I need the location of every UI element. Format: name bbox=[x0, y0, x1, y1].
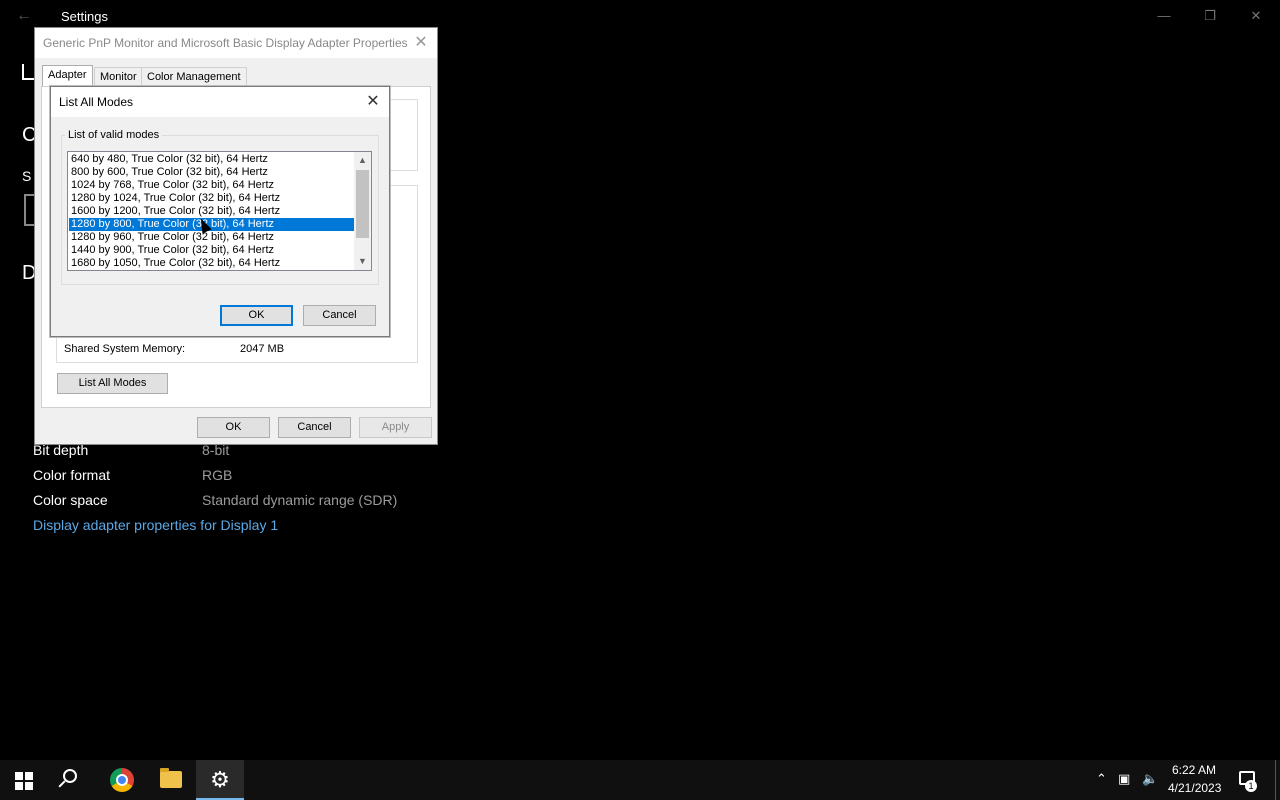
scroll-up-arrow-icon[interactable]: ▲ bbox=[354, 152, 371, 169]
modes-ok-button[interactable]: OK bbox=[220, 305, 293, 326]
settings-taskbar-button[interactable]: ⚙ bbox=[196, 760, 244, 800]
modes-scrollbar[interactable]: ▲ ▼ bbox=[354, 152, 371, 270]
clock-date[interactable]: 4/21/2023 bbox=[1168, 781, 1230, 795]
ok-button[interactable]: OK bbox=[197, 417, 270, 438]
color-space-value: Standard dynamic range (SDR) bbox=[202, 492, 398, 508]
minimize-icon[interactable]: — bbox=[1141, 4, 1187, 28]
show-desktop-button[interactable] bbox=[1275, 760, 1276, 800]
back-arrow-icon[interactable]: ← bbox=[12, 6, 36, 26]
chevron-up-icon[interactable]: ⌃ bbox=[1096, 771, 1107, 787]
properties-titlebar: Generic PnP Monitor and Microsoft Basic … bbox=[35, 28, 437, 58]
properties-title: Generic PnP Monitor and Microsoft Basic … bbox=[43, 36, 408, 50]
list-item[interactable]: 800 by 600, True Color (32 bit), 64 Hert… bbox=[69, 166, 354, 179]
cancel-button[interactable]: Cancel bbox=[278, 417, 351, 438]
search-button[interactable] bbox=[49, 760, 97, 800]
volume-icon[interactable]: 🔈 bbox=[1142, 771, 1158, 787]
network-icon[interactable]: ▣ bbox=[1118, 771, 1130, 787]
list-item[interactable]: 1280 by 1024, True Color (32 bit), 64 He… bbox=[69, 192, 354, 205]
tab-color-management[interactable]: Color Management bbox=[141, 67, 247, 87]
gear-icon: ⚙ bbox=[210, 767, 230, 792]
shared-memory-label: Shared System Memory: bbox=[64, 343, 186, 355]
color-space-label: Color space bbox=[33, 492, 108, 508]
apply-button: Apply bbox=[359, 417, 432, 438]
search-icon bbox=[63, 769, 77, 783]
notification-badge: 1 bbox=[1245, 780, 1257, 792]
list-item[interactable]: 1280 by 960, True Color (32 bit), 64 Her… bbox=[69, 231, 354, 244]
folder-icon bbox=[160, 768, 182, 788]
list-item[interactable]: 1600 by 1200, True Color (32 bit), 64 He… bbox=[69, 205, 354, 218]
settings-label-fragment: S bbox=[22, 168, 32, 184]
modes-cancel-button[interactable]: Cancel bbox=[303, 305, 376, 326]
maximize-icon[interactable]: ❐ bbox=[1187, 4, 1233, 28]
shared-memory-value: 2047 MB bbox=[240, 343, 285, 355]
modes-listbox[interactable]: 640 by 480, True Color (32 bit), 64 Hert… bbox=[67, 151, 372, 271]
taskbar: ⚙ ⌃ ▣ 🔈 bbox=[0, 760, 1280, 800]
chrome-icon bbox=[110, 768, 134, 792]
chrome-taskbar-button[interactable] bbox=[98, 760, 146, 800]
color-format-label: Color format bbox=[33, 467, 111, 483]
color-format-value: RGB bbox=[202, 467, 233, 483]
scroll-down-arrow-icon[interactable]: ▼ bbox=[354, 253, 371, 270]
start-button[interactable] bbox=[0, 760, 48, 800]
list-item[interactable]: 1440 by 900, True Color (32 bit), 64 Her… bbox=[69, 244, 354, 257]
close-icon[interactable]: ✕ bbox=[411, 33, 431, 53]
modes-titlebar: List All Modes ✕ bbox=[51, 87, 389, 117]
tab-adapter[interactable]: Adapter bbox=[42, 65, 93, 87]
settings-title: Settings bbox=[61, 9, 108, 24]
adapter-properties-link[interactable]: Display adapter properties for Display 1 bbox=[33, 517, 278, 533]
close-icon[interactable]: ✕ bbox=[363, 92, 383, 112]
list-all-modes-dialog: List All Modes ✕ List of valid modes 640… bbox=[50, 86, 390, 337]
list-item[interactable]: 1680 by 1050, True Color (32 bit), 64 He… bbox=[69, 257, 354, 270]
list-item[interactable]: 1024 by 768, True Color (32 bit), 64 Her… bbox=[69, 179, 354, 192]
clock-time[interactable]: 6:22 AM bbox=[1172, 763, 1232, 777]
close-icon[interactable]: ✕ bbox=[1233, 4, 1279, 28]
scroll-thumb[interactable] bbox=[356, 170, 369, 238]
list-all-modes-button[interactable]: List All Modes bbox=[57, 373, 168, 394]
modes-title: List All Modes bbox=[59, 95, 134, 109]
tab-monitor[interactable]: Monitor bbox=[94, 67, 143, 87]
list-item[interactable]: 640 by 480, True Color (32 bit), 64 Hert… bbox=[69, 153, 354, 166]
windows-logo-icon bbox=[15, 772, 33, 790]
valid-modes-label: List of valid modes bbox=[65, 129, 163, 141]
file-explorer-taskbar-button[interactable] bbox=[147, 760, 195, 800]
